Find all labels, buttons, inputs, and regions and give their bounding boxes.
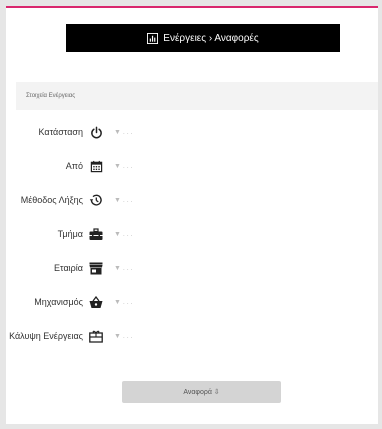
department-select[interactable]: ▼ . . .	[114, 231, 133, 238]
status-select[interactable]: ▼ . . .	[114, 129, 133, 136]
report-card: Ενέργειες › Αναφορές Στοιχεία Ενέργειας …	[6, 6, 378, 424]
field-row-from: Από ▼ . . .	[6, 156, 378, 176]
company-select[interactable]: ▼ . . .	[114, 265, 133, 272]
field-label: Τμήμα	[57, 229, 83, 239]
field-label: Κατάσταση	[38, 127, 83, 137]
field-label: Μέθοδος Λήξης	[20, 195, 83, 205]
field-row-company: Εταιρία ▼ . . .	[6, 258, 378, 278]
calendar-icon	[89, 159, 103, 173]
end-method-select[interactable]: ▼ . . .	[114, 197, 133, 204]
page-header: Ενέργειες › Αναφορές	[66, 24, 340, 52]
field-row-end-method: Μέθοδος Λήξης ▼ . . .	[6, 190, 378, 210]
report-button-label: Αναφορά ⇩	[183, 389, 220, 396]
section-title: Στοιχεία Ενέργειας	[26, 93, 76, 99]
field-label: Κάλυψη Ενέργειας	[9, 331, 83, 341]
page-title: Ενέργειες › Αναφορές	[163, 32, 259, 44]
basket-icon	[89, 295, 103, 309]
toolbox-icon	[89, 227, 103, 241]
field-label: Από	[65, 161, 83, 171]
field-row-status: Κατάσταση ▼ . . .	[6, 122, 378, 142]
section-header: Στοιχεία Ενέργειας	[16, 82, 378, 110]
field-row-mechanism: Μηχανισμός ▼ . . .	[6, 292, 378, 312]
gift-card-icon	[89, 329, 103, 343]
field-label: Εταιρία	[54, 263, 83, 273]
from-select[interactable]: ▼ . . .	[114, 163, 133, 170]
mechanism-select[interactable]: ▼ . . .	[114, 299, 133, 306]
field-row-department: Τμήμα ▼ . . .	[6, 224, 378, 244]
field-label: Μηχανισμός	[34, 297, 83, 307]
bar-chart-icon	[147, 32, 159, 44]
power-icon	[89, 125, 103, 139]
coverage-select[interactable]: ▼ . . .	[114, 333, 133, 340]
store-icon	[89, 261, 103, 275]
field-row-coverage: Κάλυψη Ενέργειας ▼ . . .	[6, 326, 378, 346]
history-icon	[89, 193, 103, 207]
report-button[interactable]: Αναφορά ⇩	[122, 381, 281, 403]
